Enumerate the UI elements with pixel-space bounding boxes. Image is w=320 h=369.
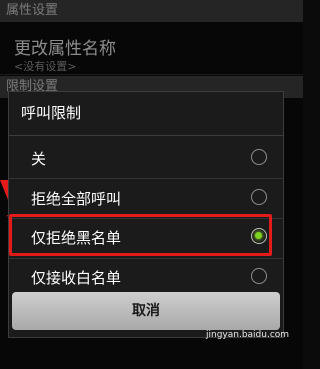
baidu-jingyan-logo <box>188 302 288 322</box>
radio-icon[interactable] <box>251 268 267 284</box>
option-reject-all[interactable]: 拒绝全部呼叫 <box>9 178 283 218</box>
watermark-url: jingyan.baidu.com <box>206 330 290 340</box>
radio-icon[interactable] <box>251 189 267 205</box>
option-off[interactable]: 关 <box>9 138 283 178</box>
radio-icon[interactable] <box>251 149 267 165</box>
option-label: 仅接收白名单 <box>31 269 122 287</box>
option-label: 关 <box>31 150 47 168</box>
annotation-highlight-box <box>9 214 272 256</box>
option-label: 拒绝全部呼叫 <box>31 190 122 208</box>
dialog-title: 呼叫限制 <box>9 92 283 136</box>
option-accept-whitelist[interactable]: 仅接收白名单 <box>9 257 283 297</box>
